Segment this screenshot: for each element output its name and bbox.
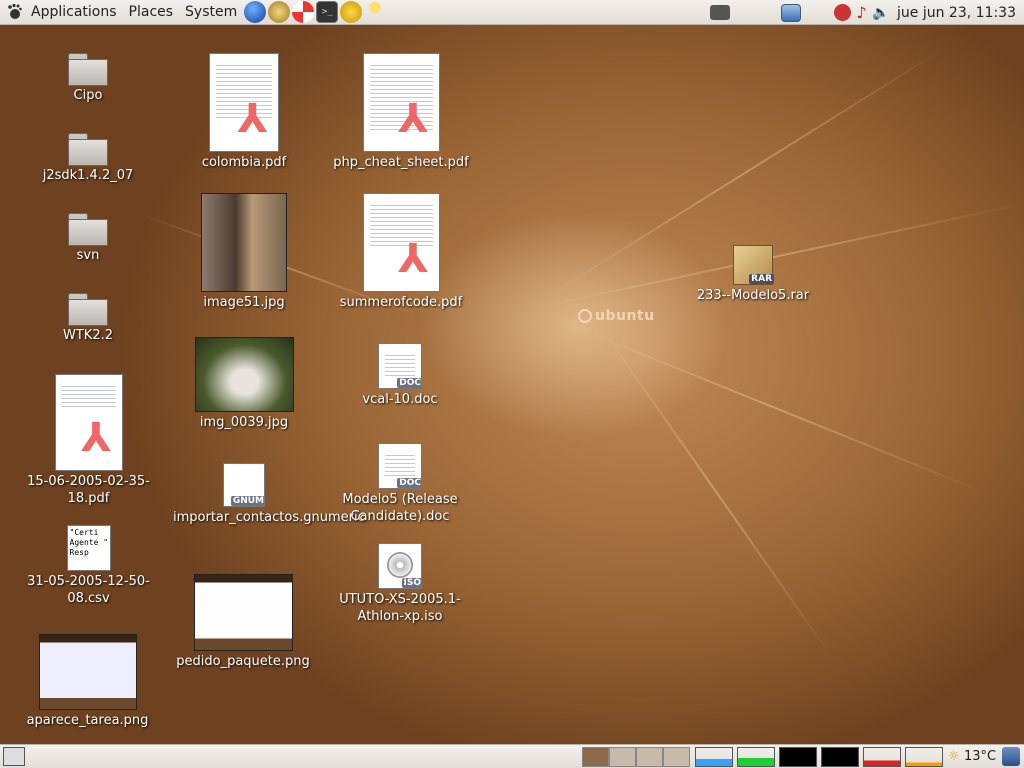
folder-cipo[interactable]: Cipo xyxy=(48,53,128,104)
csv-thumbnail-icon: "Certi Agente " Resp xyxy=(66,525,111,571)
volume-icon[interactable]: 🔈 xyxy=(872,4,890,22)
csv-preview-text: "Certi Agente " Resp xyxy=(69,528,109,557)
gaim-icon[interactable] xyxy=(364,1,387,23)
file-aparece-tarea[interactable]: aparece_tarea.png xyxy=(25,634,150,729)
pdf-thumbnail-icon: ⅄ xyxy=(209,53,279,152)
doc-file-icon: DOC xyxy=(378,343,422,389)
cpu-monitor[interactable] xyxy=(695,747,733,767)
icon-label: php_cheat_sheet.pdf xyxy=(333,155,469,170)
desktop[interactable]: ubuntu Cipo j2sdk1.4.2_07 svn WTK2.2 ⅄ 1… xyxy=(0,25,1024,744)
ubuntu-watermark: ubuntu xyxy=(578,308,655,324)
icon-label: image51.jpg xyxy=(203,295,285,310)
icon-label: vcal-10.doc xyxy=(362,392,438,407)
swap-monitor[interactable] xyxy=(821,747,859,767)
icon-label: svn xyxy=(76,248,100,263)
file-php-cheat-sheet[interactable]: ⅄ php_cheat_sheet.pdf xyxy=(330,53,472,171)
photo-thumbnail-icon xyxy=(194,337,294,412)
trash-icon[interactable] xyxy=(1002,747,1020,766)
monitor-icon[interactable] xyxy=(781,3,802,22)
icon-label: 15-06-2005-02-35-18.pdf xyxy=(27,474,150,506)
ubuntu-watermark-text: ubuntu xyxy=(595,308,655,324)
stop-icon[interactable] xyxy=(834,4,852,21)
file-pedido-paquete[interactable]: pedido_paquete.png xyxy=(175,574,311,670)
workspace-3[interactable] xyxy=(636,747,663,767)
menu-system[interactable]: System xyxy=(179,0,243,25)
ubuntu-logo-icon xyxy=(578,309,592,323)
network-monitor[interactable] xyxy=(779,747,817,767)
file-csv-31-05[interactable]: "Certi Agente " Resp 31-05-2005-12-50-08… xyxy=(22,525,155,607)
menu-applications[interactable]: Applications xyxy=(25,0,123,25)
help-icon[interactable] xyxy=(292,1,315,23)
file-ututo-iso[interactable]: ISO UTUTO-XS-2005.1-Athlon-xp.iso xyxy=(335,543,465,625)
screenshot-icon[interactable] xyxy=(710,5,731,20)
globe-icon[interactable] xyxy=(244,1,267,23)
icon-label: importar_contactos.gnumeric xyxy=(173,510,365,525)
gnome-foot-icon[interactable] xyxy=(3,1,25,23)
archive-box-icon: RAR xyxy=(733,245,774,285)
top-panel: Applications Places System >_ ♪ 🔈 jue ju… xyxy=(0,0,1024,25)
file-vcal-doc[interactable]: DOC vcal-10.doc xyxy=(350,343,450,408)
folder-svn[interactable]: svn xyxy=(48,213,128,264)
folder-wtk[interactable]: WTK2.2 xyxy=(48,293,128,344)
memory-monitor[interactable] xyxy=(737,747,775,767)
workspace-4[interactable] xyxy=(663,747,690,767)
pdf-thumbnail-icon: ⅄ xyxy=(54,374,123,471)
folder-j2sdk[interactable]: j2sdk1.4.2_07 xyxy=(33,133,143,184)
music-icon[interactable]: ♪ xyxy=(853,3,870,22)
folder-icon xyxy=(68,133,108,166)
photo-thumbnail-icon xyxy=(201,193,287,292)
network-icon[interactable] xyxy=(268,1,291,23)
icon-label: colombia.pdf xyxy=(201,155,287,170)
disk-monitor[interactable] xyxy=(905,747,943,767)
weather-temperature[interactable]: 13°C xyxy=(964,749,996,764)
file-pdf-15-06[interactable]: ⅄ 15-06-2005-02-35-18.pdf xyxy=(22,374,155,507)
folder-icon xyxy=(68,213,108,246)
terminal-icon[interactable]: >_ xyxy=(316,1,339,23)
menu-places[interactable]: Places xyxy=(123,0,180,25)
icon-label: WTK2.2 xyxy=(63,328,113,343)
file-img-0039[interactable]: img_0039.jpg xyxy=(190,337,298,431)
iso-badge: ISO xyxy=(401,578,421,588)
icon-label: Cipo xyxy=(73,88,103,103)
folder-icon xyxy=(68,53,108,86)
workspace-2[interactable] xyxy=(609,747,636,767)
gnumeric-file-icon: GNUM xyxy=(223,463,265,507)
gnumeric-badge: GNUM xyxy=(230,496,264,506)
folder-icon xyxy=(68,293,108,326)
screenshot-thumbnail-icon xyxy=(38,634,137,710)
rar-badge: RAR xyxy=(749,274,774,284)
icon-label: 233--Modelo5.rar xyxy=(696,288,810,303)
pdf-thumbnail-icon: ⅄ xyxy=(362,53,440,152)
sun-icon: ☼ xyxy=(948,749,960,764)
file-modelo5-doc[interactable]: DOC Modelo5 (Release Candidate).doc xyxy=(335,443,465,525)
doc-file-icon: DOC xyxy=(378,443,422,489)
icon-label: j2sdk1.4.2_07 xyxy=(42,168,134,183)
icon-label: Modelo5 (Release Candidate).doc xyxy=(342,492,458,524)
icon-label: summerofcode.pdf xyxy=(339,295,463,310)
icon-label: aparece_tarea.png xyxy=(26,713,149,728)
file-importar-contactos[interactable]: GNUM importar_contactos.gnumeric xyxy=(173,463,365,526)
icon-label: img_0039.jpg xyxy=(199,415,289,430)
icon-label: UTUTO-XS-2005.1-Athlon-xp.iso xyxy=(339,592,461,624)
clock[interactable]: jue jun 23, 11:33 xyxy=(891,5,1024,21)
pdf-thumbnail-icon: ⅄ xyxy=(362,193,440,292)
bottom-panel: ☼ 13°C xyxy=(0,744,1024,768)
doc-badge: DOC xyxy=(397,378,421,388)
show-desktop-icon[interactable] xyxy=(3,747,25,766)
workspace-1[interactable] xyxy=(582,747,609,767)
file-summerofcode[interactable]: ⅄ summerofcode.pdf xyxy=(336,193,466,311)
file-colombia-pdf[interactable]: ⅄ colombia.pdf xyxy=(190,53,298,171)
load-monitor[interactable] xyxy=(863,747,901,767)
messenger-icon[interactable] xyxy=(340,1,363,23)
iso-file-icon: ISO xyxy=(378,543,422,589)
screenshot-thumbnail-icon xyxy=(193,574,293,651)
doc-badge: DOC xyxy=(397,478,421,488)
icon-label: pedido_paquete.png xyxy=(176,654,310,669)
icon-label: 31-05-2005-12-50-08.csv xyxy=(27,574,150,606)
file-image51[interactable]: image51.jpg xyxy=(190,193,298,311)
file-modelo5-rar[interactable]: RAR 233--Modelo5.rar xyxy=(692,245,814,304)
